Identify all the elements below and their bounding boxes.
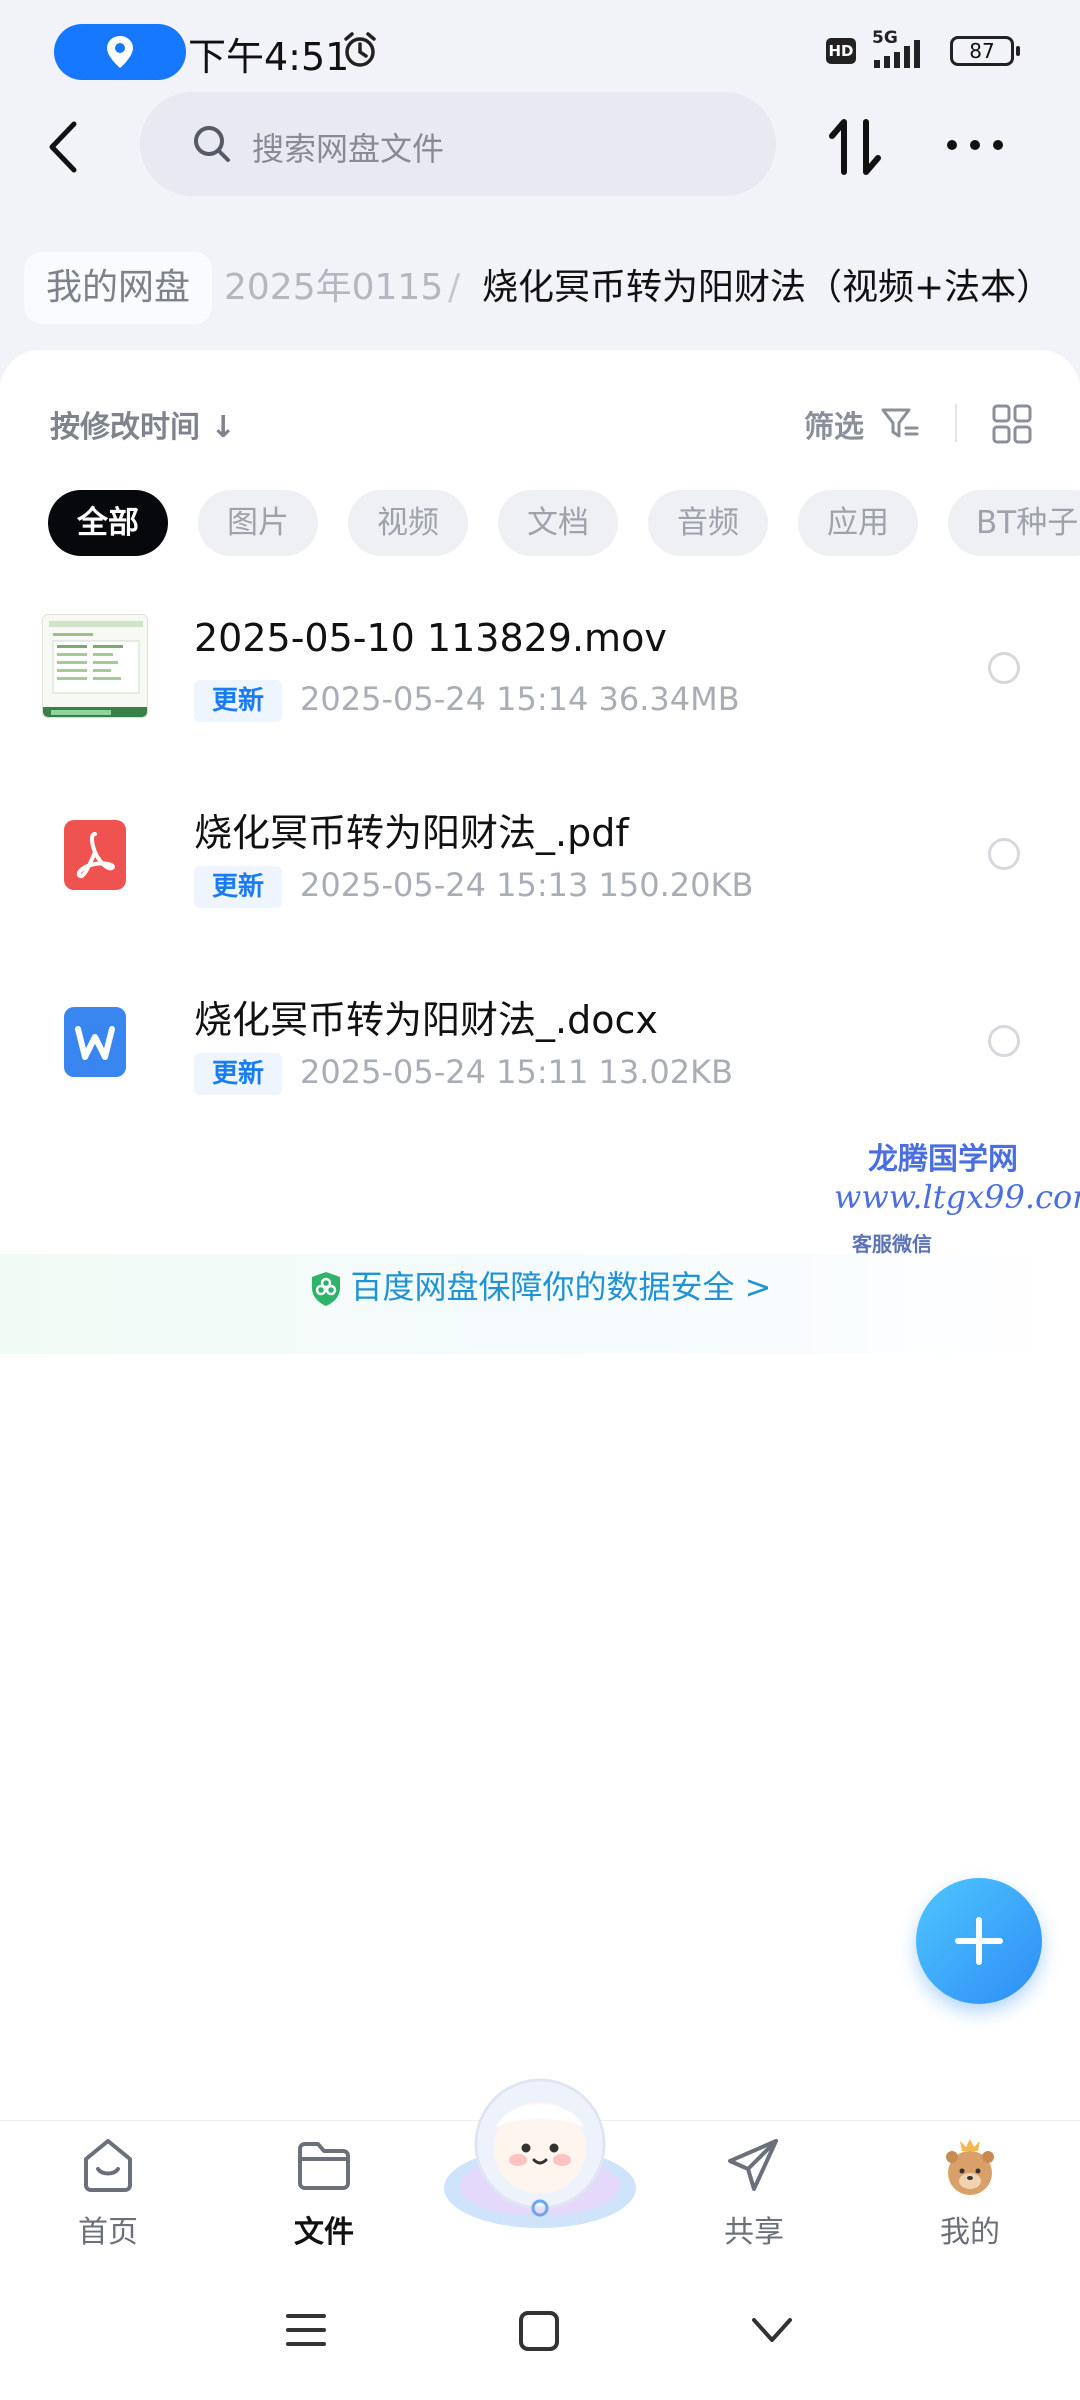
home-icon: [84, 2139, 132, 2192]
file-row[interactable]: 烧化冥币转为阳财法_.pdf 更新 2025-05-24 15:13 150.2…: [0, 796, 1080, 956]
file-row[interactable]: 2025-05-10 113829.mov 更新 2025-05-24 15:1…: [0, 610, 1080, 770]
back-button[interactable]: [40, 112, 90, 182]
status-bar: 下午4:51 HD 5G 87: [0, 0, 1080, 100]
tab-videos[interactable]: 视频: [348, 490, 468, 556]
file-meta: 2025-05-24 15:14 36.34MB: [300, 680, 740, 718]
nav-home[interactable]: 首页: [38, 2121, 178, 2261]
breadcrumb-current: 烧化冥币转为阳财法（视频+法本）: [482, 267, 1053, 308]
search-icon: [194, 126, 230, 162]
update-badge: 更新: [194, 1053, 282, 1095]
location-indicator: [54, 24, 186, 80]
file-name: 烧化冥币转为阳财法_.docx: [194, 998, 658, 1042]
tab-bt-seeds[interactable]: BT种子: [948, 490, 1080, 556]
update-badge: 更新: [194, 680, 282, 722]
battery-indicator: 87: [950, 36, 1020, 66]
menu-icon[interactable]: [286, 2310, 326, 2350]
nav-share[interactable]: 共享: [684, 2121, 824, 2261]
file-meta: 2025-05-24 15:11 13.02KB: [300, 1053, 734, 1091]
shield-icon: [311, 1272, 340, 1306]
security-banner-text: 百度网盘保障你的数据安全 >: [350, 1268, 772, 1306]
select-radio[interactable]: [988, 652, 1020, 684]
breadcrumb-separator: /: [448, 267, 461, 308]
home-square-icon[interactable]: [518, 2310, 560, 2352]
sort-by-modified-button[interactable]: 按修改时间 ↓: [50, 402, 236, 446]
folder-icon: [298, 2142, 350, 2190]
tab-images[interactable]: 图片: [198, 490, 318, 556]
nav-files-label: 文件: [294, 2215, 354, 2250]
location-icon: [107, 36, 133, 68]
file-name: 烧化冥币转为阳财法_.pdf: [194, 811, 629, 855]
category-tabs: 全部 图片 视频 文档 音频 应用 BT种子: [48, 490, 1080, 556]
word-icon: [42, 987, 148, 1091]
system-navigation-bar: [0, 2260, 1080, 2400]
breadcrumb-parent[interactable]: 2025年0115: [224, 260, 443, 316]
grid-view-icon[interactable]: [992, 404, 1032, 444]
select-radio[interactable]: [988, 838, 1020, 870]
status-time: 下午4:51: [188, 35, 350, 79]
nav-me[interactable]: 我的: [900, 2121, 1040, 2261]
filter-icon[interactable]: [880, 406, 920, 442]
nav-files[interactable]: 文件: [254, 2121, 394, 2261]
ai-assistant-mascot-icon[interactable]: [438, 2068, 642, 2234]
nav-share-label: 共享: [724, 2215, 784, 2250]
breadcrumb-home[interactable]: 我的网盘: [24, 252, 213, 324]
more-icon[interactable]: [940, 120, 1010, 170]
filter-button[interactable]: 筛选: [804, 402, 864, 446]
search-bar[interactable]: 搜索网盘文件: [140, 92, 776, 196]
back-chevron-icon[interactable]: [750, 2310, 794, 2350]
file-meta: 2025-05-24 15:13 150.20KB: [300, 866, 754, 904]
signal-icon: [874, 40, 920, 68]
search-placeholder: 搜索网盘文件: [252, 130, 445, 168]
security-banner[interactable]: 百度网盘保障你的数据安全 >: [0, 1262, 1080, 1308]
add-button[interactable]: [916, 1878, 1042, 2004]
tab-apps[interactable]: 应用: [798, 490, 918, 556]
tab-documents[interactable]: 文档: [498, 490, 618, 556]
select-radio[interactable]: [988, 1025, 1020, 1057]
video-thumbnail: [42, 614, 148, 718]
pdf-icon: [42, 800, 148, 904]
sort-icon[interactable]: [826, 112, 886, 182]
share-icon: [728, 2139, 778, 2191]
watermark-url: www.ltgx99.com: [834, 1178, 1080, 1216]
nav-home-label: 首页: [78, 2215, 138, 2250]
toolbar-divider: [955, 404, 957, 442]
update-badge: 更新: [194, 866, 282, 908]
file-name: 2025-05-10 113829.mov: [194, 616, 667, 660]
tab-audio[interactable]: 音频: [648, 490, 768, 556]
watermark-title: 龙腾国学网: [868, 1142, 1018, 1177]
hd-icon: HD: [826, 38, 856, 64]
file-row[interactable]: 烧化冥币转为阳财法_.docx 更新 2025-05-24 15:11 13.0…: [0, 983, 1080, 1143]
nav-me-label: 我的: [940, 2215, 1000, 2250]
tab-all[interactable]: 全部: [48, 490, 168, 556]
plus-icon: [955, 1917, 1003, 1965]
avatar-icon: [946, 2139, 994, 2195]
alarm-icon: [344, 32, 376, 67]
